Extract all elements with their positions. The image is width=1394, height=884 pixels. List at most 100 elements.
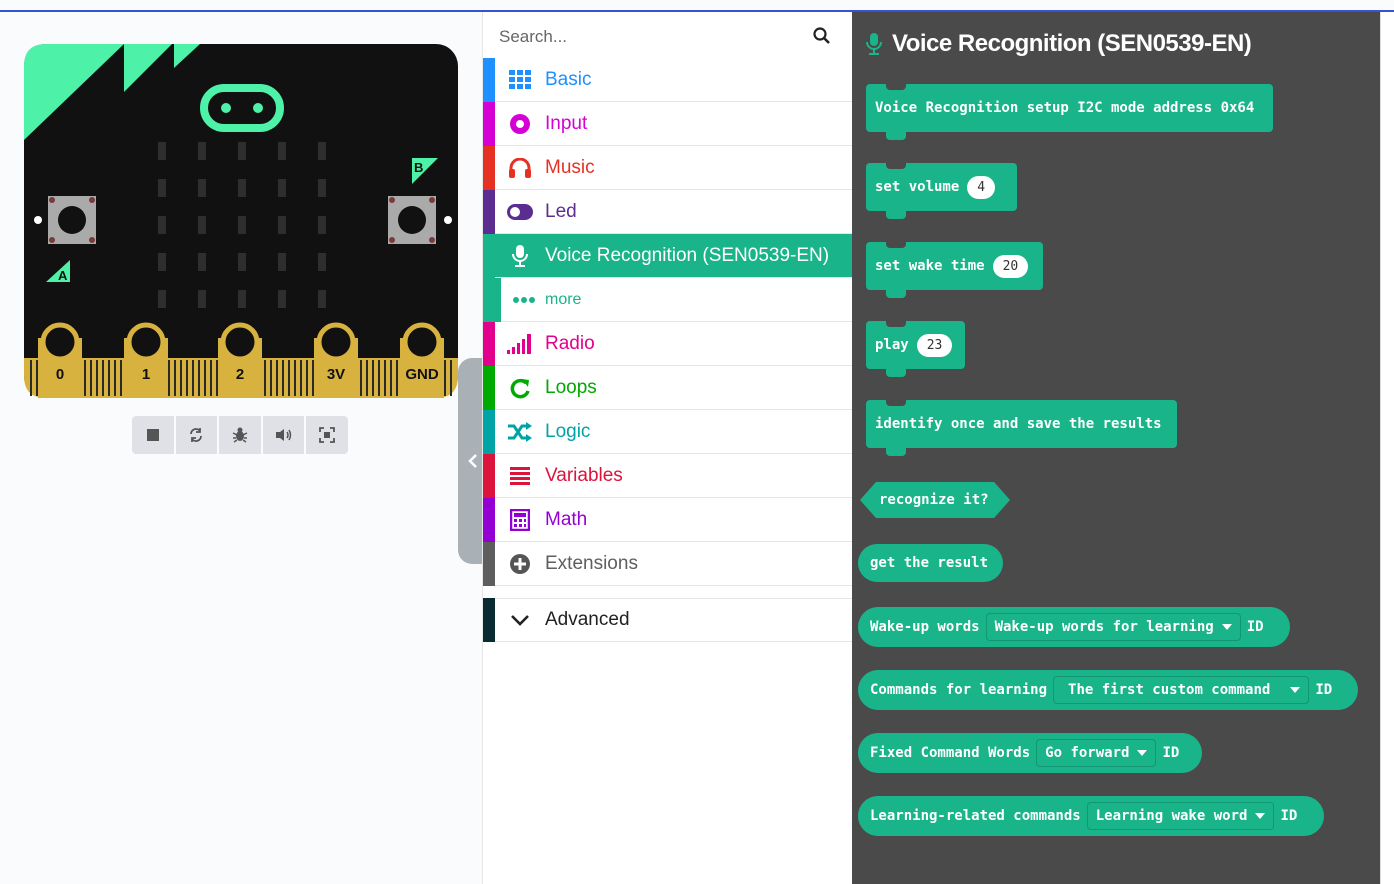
learning-related-dropdown[interactable]: Learning wake word [1086,802,1275,830]
connector-strip [30,360,32,396]
button-a-label: A [58,268,68,283]
block-set-volume[interactable]: set volume 4 [866,163,1017,219]
connector-strip [396,360,398,396]
block-label: play [875,337,909,353]
block-slot [886,321,906,327]
block-identify[interactable]: identify once and save the results [866,400,1177,456]
category-extensions[interactable]: Extensions [483,541,853,586]
connector-strip [444,360,446,396]
connector-strip [168,360,170,396]
fixed-words-dropdown[interactable]: Go forward [1036,739,1157,767]
block-play[interactable]: play 23 [866,321,965,377]
pin-hole[interactable] [316,322,356,362]
id-label: ID [1162,745,1180,761]
block-label: get the result [870,555,989,571]
connector-strip [180,360,182,396]
wake-up-words-dropdown[interactable]: Wake-up words for learning [985,613,1241,641]
led [238,179,246,197]
fullscreen-icon [319,427,336,443]
restart-button[interactable] [175,416,218,454]
connector-strip [84,360,86,396]
search-input[interactable] [499,27,799,47]
button-a-screw [89,237,95,243]
volume-value-input[interactable]: 4 [967,175,996,199]
led [318,290,326,308]
category-logic[interactable]: Logic [483,409,853,454]
category-label: Extensions [545,552,638,574]
connector-strip [216,360,218,396]
category-advanced[interactable]: Advanced [483,598,853,642]
led [318,179,326,197]
category-music[interactable]: Music [483,145,853,190]
connector-strip [288,360,290,396]
category-color-bar [483,321,495,366]
category-math[interactable]: Math [483,497,853,542]
category-label: Music [545,156,595,178]
microphone-icon [866,33,882,55]
fullscreen-button[interactable] [306,416,348,454]
category-loops[interactable]: Loops [483,365,853,410]
sound-button[interactable] [262,416,305,454]
button-b-cap[interactable] [398,206,426,234]
block-wake-up-words[interactable]: Wake-up words Wake-up words for learning… [858,607,1290,647]
connector-strip [366,360,368,396]
pin-hole[interactable] [40,322,80,362]
pin-hole[interactable] [402,322,442,362]
led [238,253,246,271]
category-color-bar [483,409,495,454]
category-input[interactable]: Input [483,101,853,146]
category-color-bar [483,145,495,190]
grid-icon [507,67,533,93]
connector-strip [192,360,194,396]
block-fixed-command-words[interactable]: Fixed Command Words Go forward ID [858,733,1202,773]
block-slot [886,163,906,169]
block-setup[interactable]: Voice Recognition setup I2C mode address… [866,84,1273,140]
stop-button[interactable] [132,416,174,454]
commands-dropdown[interactable]: The first custom command [1053,676,1310,704]
microbit-board[interactable]: A B 0 1 2 3V GND [24,44,458,398]
button-a-cap[interactable] [58,206,86,234]
block-label: Fixed Command Words [870,745,1031,761]
connector-strip [384,360,386,396]
led [158,216,166,234]
simulator-panel: A B 0 1 2 3V GND [0,12,482,884]
button-b-label: B [414,160,423,175]
category-label: Variables [545,464,623,486]
wake-time-value-input[interactable]: 20 [992,254,1029,278]
block-learning-related-commands[interactable]: Learning-related commands Learning wake … [858,796,1324,836]
block-recognize[interactable]: recognize it? [860,482,1010,518]
category-basic[interactable]: Basic [483,57,853,102]
dropdown-arrow-icon [1221,624,1232,630]
more-label: more [545,290,582,308]
block-slot [886,84,906,90]
pin-hole[interactable] [126,322,166,362]
connector-strip [108,360,110,396]
connector-strip [114,360,116,396]
category-variables[interactable]: Variables [483,453,853,498]
block-get-result[interactable]: get the result [858,544,1003,582]
category-led[interactable]: Led [483,189,853,234]
connector-strip [312,360,314,396]
search-icon[interactable] [813,27,831,45]
category-label: Logic [545,420,591,442]
dropdown-arrow-icon [1255,813,1266,819]
block-commands-for-learning[interactable]: Commands for learning The first custom c… [858,670,1358,710]
dropdown-arrow-icon [1137,750,1148,756]
block-slot [886,242,906,248]
search-box [499,24,845,50]
connector-strip [372,360,374,396]
category-label: Math [545,508,588,530]
block-set-wake-time[interactable]: set wake time 20 [866,242,1043,298]
led [318,253,326,271]
more-dots-icon [513,296,535,303]
debug-button[interactable] [219,416,261,454]
sound-icon [275,429,291,441]
pin-hole[interactable] [220,322,260,362]
play-value-input[interactable]: 23 [916,333,953,357]
led [318,216,326,234]
block-notch [886,369,906,377]
button-b-screw [429,197,435,203]
category-radio[interactable]: Radio [483,321,853,366]
category-voice-recognition[interactable]: Voice Recognition (SEN0539-EN) [483,233,853,278]
category-more[interactable]: more [483,277,853,322]
